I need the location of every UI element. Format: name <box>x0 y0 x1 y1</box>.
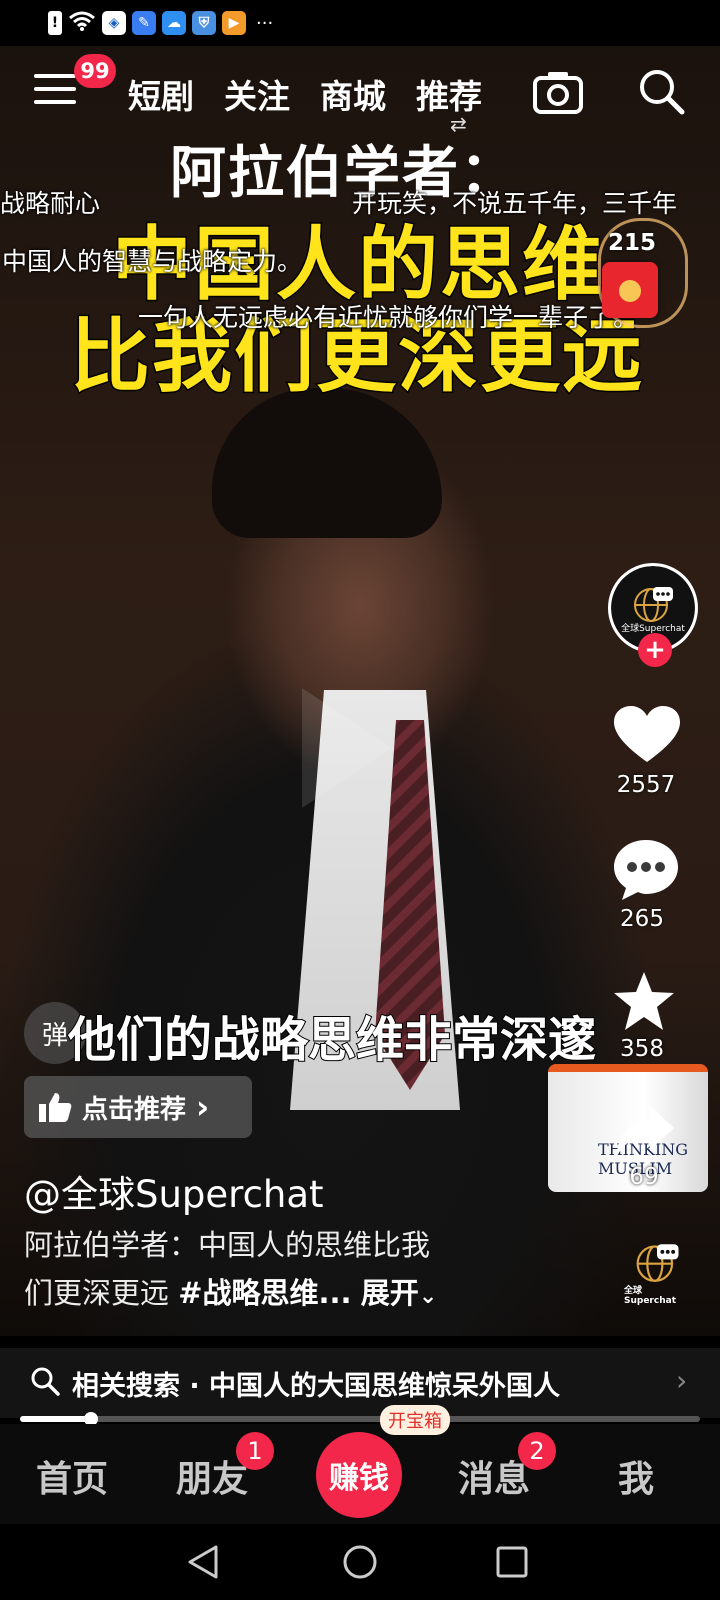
red-packet-count: 215 <box>608 230 657 256</box>
top-nav-tabs: 短剧 关注 商城 推荐 <box>128 70 482 118</box>
chevron-right-icon: › <box>196 1088 210 1126</box>
wifi-icon <box>68 10 96 36</box>
share-count: 69 <box>629 1164 659 1190</box>
messages-badge: 2 <box>518 1432 556 1470</box>
menu-icon[interactable] <box>34 74 76 108</box>
share-icon[interactable] <box>614 1104 676 1164</box>
video-progress-fill <box>20 1416 91 1422</box>
tab-home[interactable]: 首页 <box>36 1450 108 1502</box>
small-avatar-caption: 全球Superchat <box>624 1286 676 1306</box>
treasure-box-tag[interactable]: 开宝箱 <box>380 1405 450 1435</box>
play-icon[interactable] <box>302 688 392 808</box>
app-icon-blue: ◈ <box>102 11 126 35</box>
camera-icon[interactable] <box>532 68 584 116</box>
heart-icon[interactable] <box>612 704 682 770</box>
recommend-button[interactable]: 点击推荐 › <box>24 1076 252 1138</box>
video-subtitle: 他们的战略思维非常深邃 <box>67 1011 597 1069</box>
search-icon[interactable] <box>636 66 686 116</box>
browser-icon: ✎ <box>132 11 156 35</box>
chevron-down-icon: ⌄ <box>418 1284 438 1309</box>
tab-following[interactable]: 关注 <box>224 70 290 118</box>
chevron-right-icon: › <box>676 1364 688 1397</box>
cloud-icon: ☁ <box>162 11 186 35</box>
status-icons: ! ◈ ✎ ☁ ⛨ ▶ ··· <box>48 10 273 36</box>
star-icon[interactable] <box>612 970 676 1036</box>
thumbs-up-icon <box>39 1093 72 1122</box>
sync-icon: ⇄ <box>450 112 467 136</box>
home-icon[interactable] <box>342 1544 378 1584</box>
alert-icon: ! <box>48 11 62 35</box>
danmaku-comment: 中国人的智慧与战略定力。 <box>2 247 303 276</box>
like-count: 2557 <box>616 772 676 798</box>
music-disc-avatar[interactable]: 全球Superchat <box>624 1240 690 1306</box>
notification-badge: 99 <box>74 54 116 88</box>
description-text: 们更深更远 <box>24 1276 179 1310</box>
back-icon[interactable] <box>186 1544 220 1584</box>
tab-mall[interactable]: 商城 <box>320 70 386 118</box>
hashtag-link[interactable]: #战略思维... <box>178 1276 351 1310</box>
description-line: 阿拉伯学者：中国人的思维比我 <box>24 1228 431 1262</box>
video-progress-track[interactable] <box>20 1416 700 1422</box>
related-search-text[interactable]: 相关搜索 · 中国人的大国思维惊呆外国人 <box>72 1364 560 1403</box>
recommend-label: 点击推荐 <box>82 1094 187 1125</box>
tab-recommended[interactable]: 推荐 <box>416 70 482 118</box>
follow-button[interactable]: + <box>638 633 672 667</box>
danmaku-comment: 战略耐心 <box>0 189 101 218</box>
description-line-2: 们更深更远 #战略思维... 展开⌄ <box>24 1270 437 1312</box>
coin-icon <box>619 280 641 302</box>
search-icon <box>30 1366 60 1396</box>
danmaku-comment: 开玩笑，不说五千年，三千年 <box>352 189 678 218</box>
expand-button[interactable]: 展开 <box>361 1276 419 1310</box>
favorite-count: 358 <box>620 1036 664 1062</box>
avatar-caption: 全球Superchat <box>621 623 685 634</box>
recents-icon[interactable] <box>496 1546 528 1582</box>
comment-icon[interactable] <box>612 838 680 906</box>
globe-chat-icon <box>636 1244 679 1282</box>
friends-badge: 1 <box>236 1432 274 1470</box>
globe-chat-icon <box>634 586 673 622</box>
tab-short-drama[interactable]: 短剧 <box>128 70 194 118</box>
author-name[interactable]: @全球Superchat <box>24 1164 324 1218</box>
earn-button[interactable]: 赚钱 <box>316 1432 402 1518</box>
play-app-icon: ▶ <box>222 11 246 35</box>
tab-me[interactable]: 我 <box>618 1450 654 1502</box>
comment-count: 265 <box>620 906 664 932</box>
shield-icon: ⛨ <box>192 11 216 35</box>
danmaku-comment: 一句人无远虑必有近忧就够你们学一辈子了。 <box>138 303 639 332</box>
status-more: ··· <box>256 12 274 34</box>
